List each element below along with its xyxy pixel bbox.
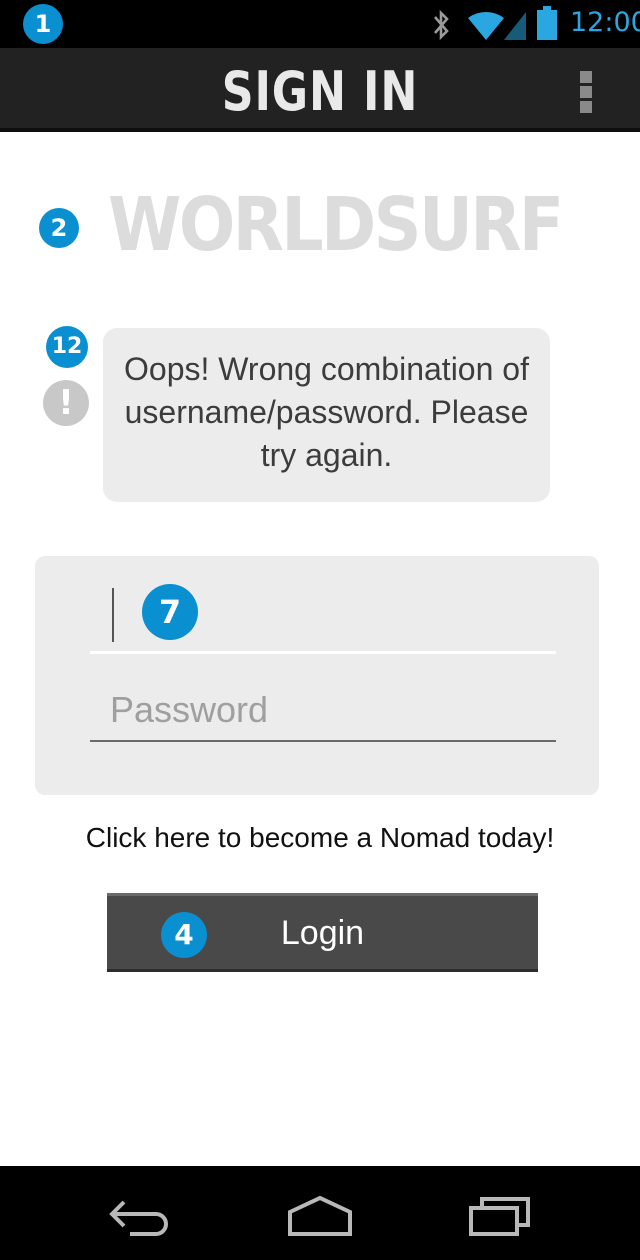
navigation-bar (0, 1166, 640, 1260)
battery-icon (537, 6, 557, 40)
overflow-menu-icon[interactable] (572, 70, 600, 113)
password-field[interactable] (90, 680, 556, 742)
callout-marker-4: 4 (161, 912, 207, 958)
signal-icon (504, 12, 526, 40)
status-bar: 12:00 (0, 0, 640, 48)
callout-marker-1: 1 (23, 4, 63, 44)
clock: 12:00 (570, 7, 640, 38)
back-icon[interactable] (108, 1198, 174, 1238)
action-bar: SIGN IN (0, 48, 640, 132)
recent-apps-icon[interactable] (468, 1196, 532, 1236)
callout-marker-2: 2 (39, 208, 79, 248)
home-icon[interactable] (286, 1194, 354, 1238)
text-cursor (112, 588, 114, 642)
page-title: SIGN IN (221, 60, 419, 123)
callout-marker-7: 7 (142, 584, 198, 640)
worldsurf-logo: WORLDSURF (108, 182, 564, 268)
bluetooth-icon (434, 9, 449, 41)
become-nomad-link[interactable]: Click here to become a Nomad today! (0, 822, 640, 854)
wifi-icon (468, 12, 526, 40)
alert-icon: ! (43, 380, 89, 426)
error-message: Oops! Wrong combination of username/pass… (103, 328, 550, 502)
callout-marker-12: 12 (46, 326, 88, 368)
